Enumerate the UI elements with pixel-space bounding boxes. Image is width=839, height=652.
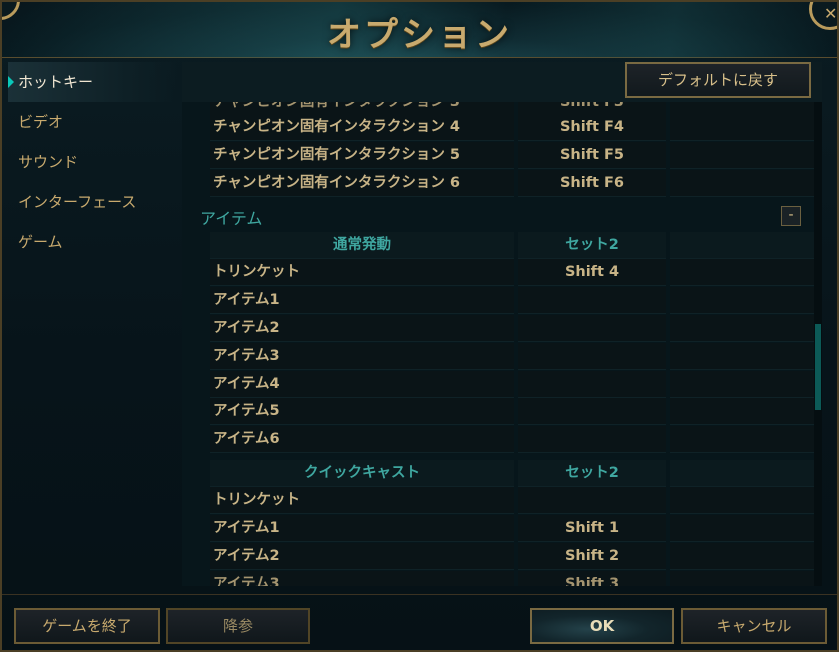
options-window: オプション ✕ ホットキー ビデオ サウンド インターフェース ゲーム チャンピ… <box>0 0 839 652</box>
hotkey-action: チャンピオン固有インタラクション 4 <box>210 114 514 141</box>
collapse-section-button[interactable]: - <box>781 206 801 226</box>
section-title-items: アイテム <box>200 209 263 228</box>
hotkey-row: アイテム3 <box>210 343 814 370</box>
table-header-normal-cast: 通常発動 セット2 <box>210 232 814 259</box>
sidebar-item-label: ゲーム <box>18 233 63 251</box>
hotkey-row: アイテム4 <box>210 371 814 398</box>
hotkey-key-slot[interactable] <box>518 426 666 453</box>
hotkey-action: アイテム5 <box>210 398 514 425</box>
scrollbar-thumb[interactable] <box>815 324 821 410</box>
hotkey-key-slot-2[interactable] <box>670 287 814 314</box>
hotkey-row: アイテム2 Shift 2 <box>210 543 814 570</box>
sidebar-item-label: ホットキー <box>18 73 94 91</box>
hotkey-key-slot[interactable]: Shift 1 <box>518 515 666 542</box>
footer-bar: ゲームを終了 降参 OK キャンセル <box>2 594 837 650</box>
hotkey-key-slot[interactable] <box>518 315 666 342</box>
sidebar-item-label: インターフェース <box>18 193 137 211</box>
hotkey-action: アイテム4 <box>210 371 514 398</box>
hotkey-action: アイテム3 <box>210 571 514 586</box>
column-header-set: セット2 <box>518 232 666 259</box>
cancel-button[interactable]: キャンセル <box>681 608 827 644</box>
sidebar: ホットキー ビデオ サウンド インターフェース ゲーム <box>8 62 178 262</box>
hotkey-key-slot-2[interactable] <box>670 259 814 286</box>
column-header-set: セット2 <box>518 460 666 487</box>
hotkey-key-slot-2[interactable] <box>670 315 814 342</box>
hotkeys-panel: チャンピオン固有インタラクション 3 Shift F3 チャンピオン固有インタラ… <box>182 62 822 586</box>
hotkey-key-slot[interactable] <box>518 487 666 514</box>
hotkey-key-slot-2[interactable] <box>670 487 814 514</box>
hotkey-key-slot[interactable] <box>518 371 666 398</box>
hotkey-row: トリンケット <box>210 487 814 514</box>
hotkey-action: トリンケット <box>210 259 514 286</box>
column-header-normal-cast: 通常発動 <box>210 232 514 259</box>
sidebar-item-label: サウンド <box>18 153 79 171</box>
sidebar-item-interface[interactable]: インターフェース <box>8 182 178 222</box>
hotkey-row: アイテム1 <box>210 287 814 314</box>
hotkey-key-slot[interactable]: Shift F5 <box>518 142 666 169</box>
hotkey-action: アイテム3 <box>210 343 514 370</box>
hotkey-key-slot[interactable]: Shift F6 <box>518 170 666 197</box>
hotkey-key-slot[interactable] <box>518 343 666 370</box>
hotkey-key-slot-2[interactable] <box>670 142 814 169</box>
sidebar-item-hotkeys[interactable]: ホットキー <box>8 62 178 102</box>
sidebar-item-sound[interactable]: サウンド <box>8 142 178 182</box>
hotkey-action: アイテム6 <box>210 426 514 453</box>
hotkey-action: チャンピオン固有インタラクション 5 <box>210 142 514 169</box>
table-header-quick-cast: クイックキャスト セット2 <box>210 460 814 487</box>
window-title: オプション <box>327 15 512 55</box>
hotkey-key-slot-2[interactable] <box>670 343 814 370</box>
column-header-quick-cast: クイックキャスト <box>210 460 514 487</box>
hotkey-key-slot[interactable] <box>518 287 666 314</box>
title-bar: オプション <box>2 2 837 58</box>
sidebar-item-game[interactable]: ゲーム <box>8 222 178 262</box>
hotkey-action: アイテム1 <box>210 515 514 542</box>
hotkey-row: チャンピオン固有インタラクション 4 Shift F4 <box>210 114 814 141</box>
hotkey-row: アイテム6 <box>210 426 814 453</box>
hotkey-key-slot-2[interactable] <box>670 114 814 141</box>
selected-arrow-icon <box>8 76 14 88</box>
hotkey-key-slot[interactable]: Shift 2 <box>518 543 666 570</box>
scrollbar[interactable] <box>814 102 822 586</box>
ok-button[interactable]: OK <box>530 608 674 644</box>
hotkey-key-slot-2[interactable] <box>670 426 814 453</box>
hotkey-row: アイテム3 Shift 3 <box>210 571 814 586</box>
column-header-empty <box>670 460 814 487</box>
hotkey-key-slot[interactable] <box>518 398 666 425</box>
hotkey-action: アイテム1 <box>210 287 514 314</box>
hotkey-row: アイテム2 <box>210 315 814 342</box>
quit-game-button[interactable]: ゲームを終了 <box>14 608 160 644</box>
hotkey-key-slot[interactable]: Shift F4 <box>518 114 666 141</box>
hotkey-key-slot-2[interactable] <box>670 515 814 542</box>
hotkey-row: チャンピオン固有インタラクション 5 Shift F5 <box>210 142 814 169</box>
hotkey-key-slot[interactable]: Shift 3 <box>518 571 666 586</box>
surrender-button[interactable]: 降参 <box>166 608 310 644</box>
hotkey-action: アイテム2 <box>210 543 514 570</box>
hotkey-key-slot[interactable]: Shift 4 <box>518 259 666 286</box>
hotkey-key-slot-2[interactable] <box>670 398 814 425</box>
hotkey-key-slot-2[interactable] <box>670 571 814 586</box>
hotkey-action: アイテム2 <box>210 315 514 342</box>
hotkey-row: アイテム1 Shift 1 <box>210 515 814 542</box>
hotkey-action: トリンケット <box>210 487 514 514</box>
sidebar-item-video[interactable]: ビデオ <box>8 102 178 142</box>
hotkey-key-slot-2[interactable] <box>670 371 814 398</box>
column-header-empty <box>670 232 814 259</box>
hotkey-row: チャンピオン固有インタラクション 6 Shift F6 <box>210 170 814 197</box>
restore-defaults-button[interactable]: デフォルトに戻す <box>625 62 811 98</box>
close-icon: ✕ <box>824 4 838 23</box>
hotkey-action: チャンピオン固有インタラクション 6 <box>210 170 514 197</box>
panel-toolbar: デフォルトに戻す <box>182 62 822 102</box>
hotkey-row: トリンケット Shift 4 <box>210 259 814 286</box>
hotkey-key-slot-2[interactable] <box>670 543 814 570</box>
hotkey-row: アイテム5 <box>210 398 814 425</box>
hotkey-key-slot-2[interactable] <box>670 170 814 197</box>
sidebar-item-label: ビデオ <box>18 113 64 131</box>
